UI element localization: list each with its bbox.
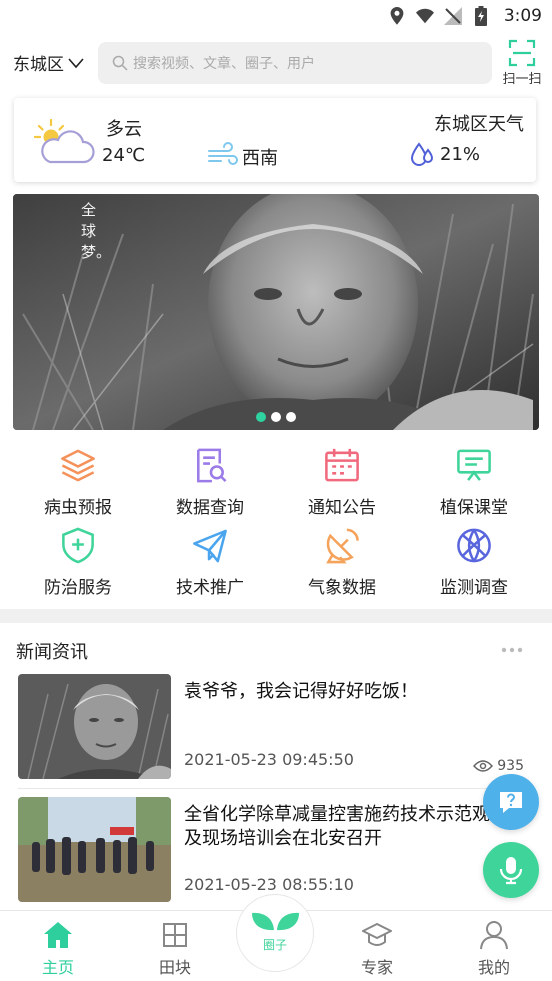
menu-label: 通知公告 xyxy=(308,498,376,518)
menu-label: 技术推广 xyxy=(176,578,244,598)
calendar-icon xyxy=(325,448,359,482)
signal-off-icon xyxy=(443,7,462,25)
section-divider xyxy=(0,609,552,623)
wifi-icon xyxy=(415,7,434,25)
news-item[interactable]: 全省化学除草减量控害施药技术示范观摩及现场培训会在北安召开 2021-05-23… xyxy=(0,797,552,907)
graduation-cap-icon xyxy=(362,923,392,946)
layers-icon xyxy=(61,449,95,482)
nav-field[interactable]: 田块 xyxy=(135,919,215,979)
news-thumbnail xyxy=(18,797,171,902)
shield-plus-icon xyxy=(62,527,94,564)
search-input[interactable]: 搜索视频、文章、圈子、用户 xyxy=(98,42,492,84)
weather-city-label: 东城区天气 xyxy=(434,114,524,135)
menu-item-classroom[interactable]: 植保课堂 xyxy=(408,438,540,518)
function-grid: 病虫预报 数据查询 通知公告 植保课堂 防治服务 技术推广 气象数据 监测调查 xyxy=(0,438,552,602)
menu-label: 植保课堂 xyxy=(440,498,508,518)
view-count-value: 935 xyxy=(497,758,524,774)
scan-label: 扫一扫 xyxy=(502,72,542,87)
search-placeholder: 搜索视频、文章、圈子、用户 xyxy=(133,56,315,72)
menu-label: 气象数据 xyxy=(308,578,376,598)
humidity: 21% xyxy=(440,144,481,165)
menu-item-tech-promotion[interactable]: 技术推广 xyxy=(144,518,276,598)
news-separator xyxy=(18,788,534,789)
nav-mine[interactable]: 我的 xyxy=(454,919,534,979)
question-chat-icon xyxy=(500,792,522,813)
satellite-dish-icon xyxy=(326,528,359,564)
news-title: 全省化学除草减量控害施药技术示范观摩及现场培训会在北安召开 xyxy=(184,804,508,849)
nav-home[interactable]: 主页 xyxy=(18,919,98,979)
nav-label: 我的 xyxy=(477,958,510,977)
carousel-indicator[interactable] xyxy=(13,412,539,422)
menu-item-weather-data[interactable]: 气象数据 xyxy=(276,518,408,598)
help-button[interactable] xyxy=(483,774,539,830)
circle-center-button[interactable]: 圈子 xyxy=(236,894,314,972)
wind-direction: 西南 xyxy=(242,148,278,169)
banner-carousel[interactable]: 全球梦。 xyxy=(13,194,539,430)
scan-button[interactable]: 扫一扫 xyxy=(497,38,547,88)
home-icon xyxy=(44,922,72,948)
menu-item-notices[interactable]: 通知公告 xyxy=(276,438,408,518)
news-item[interactable]: 袁爷爷，我会记得好好吃饭！ 2021-05-23 09:45:50 935 xyxy=(0,674,552,784)
carousel-dot[interactable] xyxy=(271,412,281,422)
news-section-title: 新闻资讯 xyxy=(16,642,88,663)
eye-icon xyxy=(473,760,494,772)
globe-icon xyxy=(457,528,491,563)
temperature: 24℃ xyxy=(102,145,146,166)
chevron-down-icon xyxy=(68,57,84,68)
status-bar: 3:09 xyxy=(0,0,552,32)
menu-item-data-query[interactable]: 数据查询 xyxy=(144,438,276,518)
carousel-dot[interactable] xyxy=(286,412,296,422)
document-search-icon xyxy=(197,448,227,483)
more-icon[interactable] xyxy=(500,640,524,660)
battery-icon xyxy=(472,6,490,26)
clock: 3:09 xyxy=(503,6,542,26)
location-selector[interactable]: 东城区 xyxy=(13,50,84,75)
weather-condition: 多云 xyxy=(106,119,142,140)
carousel-dot[interactable] xyxy=(256,412,266,422)
news-title: 袁爷爷，我会记得好好吃饭！ xyxy=(184,681,418,702)
news-thumbnail xyxy=(18,674,171,779)
humidity-icon xyxy=(410,142,434,166)
view-count: 935 xyxy=(473,758,524,774)
banner-caption: 全球梦。 xyxy=(81,201,112,261)
nav-label: 主页 xyxy=(41,958,74,977)
news-date: 2021-05-23 09:45:50 xyxy=(184,750,354,769)
nav-experts[interactable]: 专家 xyxy=(337,919,417,979)
voice-button[interactable] xyxy=(483,842,539,898)
presentation-icon xyxy=(457,449,491,481)
menu-label: 防治服务 xyxy=(44,578,112,598)
location-icon xyxy=(388,7,406,25)
paper-plane-icon xyxy=(193,529,227,563)
user-icon xyxy=(480,921,508,950)
microphone-icon xyxy=(499,857,523,885)
field-icon xyxy=(163,923,187,947)
nav-label: 专家 xyxy=(360,958,393,977)
scan-icon xyxy=(508,39,536,67)
location-label: 东城区 xyxy=(13,55,64,75)
center-button-text: 圈子 xyxy=(263,938,287,952)
menu-item-control-service[interactable]: 防治服务 xyxy=(12,518,144,598)
menu-item-pest-forecast[interactable]: 病虫预报 xyxy=(12,438,144,518)
news-date: 2021-05-23 08:55:10 xyxy=(184,875,354,894)
header: 东城区 搜索视频、文章、圈子、用户 扫一扫 xyxy=(0,36,552,90)
weather-card[interactable]: 多云 24℃ 西南 东城区天气 21% xyxy=(14,98,536,182)
nav-label: 田块 xyxy=(158,958,191,977)
menu-label: 病虫预报 xyxy=(44,498,112,518)
menu-item-monitoring[interactable]: 监测调查 xyxy=(408,518,540,598)
partly-cloudy-icon xyxy=(34,118,95,164)
search-icon xyxy=(112,55,128,71)
wind-icon xyxy=(208,142,238,165)
sprout-logo-icon: 圈子 xyxy=(252,912,299,952)
menu-label: 数据查询 xyxy=(176,498,244,518)
menu-label: 监测调查 xyxy=(440,578,508,598)
